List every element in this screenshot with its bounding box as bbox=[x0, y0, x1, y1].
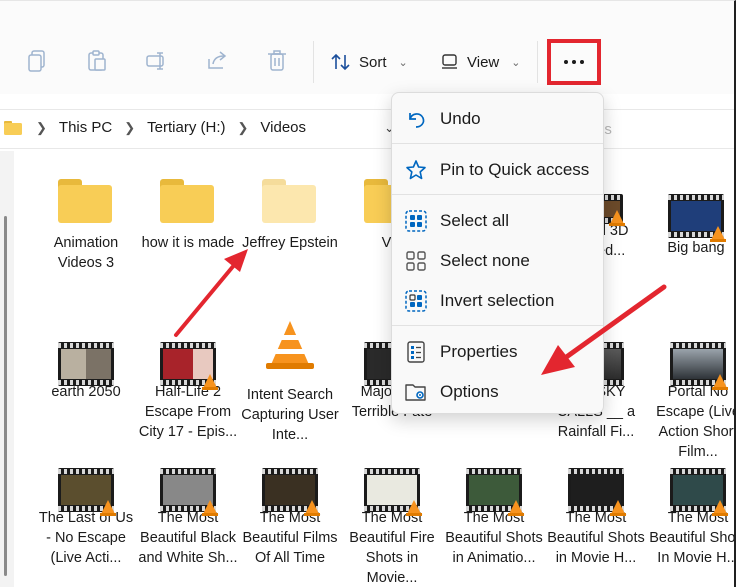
menu-item-options[interactable]: Options bbox=[392, 374, 603, 410]
toolbar-divider bbox=[313, 41, 314, 83]
breadcrumb-this-pc[interactable]: This PC bbox=[59, 119, 112, 136]
sort-label: Sort bbox=[359, 53, 387, 71]
video-thumbnail-icon bbox=[262, 468, 320, 516]
scrollbar[interactable] bbox=[4, 216, 7, 576]
folder-icon bbox=[160, 179, 216, 225]
view-icon bbox=[442, 54, 457, 69]
menu-divider bbox=[392, 194, 603, 195]
select-none-icon bbox=[392, 250, 440, 272]
see-more-button[interactable] bbox=[547, 39, 601, 85]
see-more-menu: Undo Pin to Quick access Select all Sele… bbox=[391, 92, 604, 414]
folder-icon bbox=[262, 179, 318, 225]
sort-icon bbox=[331, 53, 350, 71]
file-item[interactable]: Half-Life 2 Escape From City 17 - Epis..… bbox=[137, 342, 239, 442]
rename-icon[interactable] bbox=[142, 46, 172, 76]
address-bar[interactable]: ❯ This PC ❯ Tertiary (H:) ❯ Videos ⌄ os bbox=[0, 109, 734, 149]
video-thumbnail-icon bbox=[668, 194, 726, 242]
file-name: Jeffrey Epstein bbox=[242, 235, 338, 251]
file-name: The Most Beautiful Films Of All Time bbox=[242, 510, 338, 566]
file-item[interactable]: The Most Beautiful Shots in Movie H... bbox=[545, 468, 647, 568]
vlc-icon bbox=[262, 321, 318, 377]
video-thumbnail-icon bbox=[58, 468, 116, 516]
file-item[interactable]: The Most Beautiful Shots In Movie H... bbox=[647, 468, 736, 568]
more-dots-icon bbox=[564, 60, 584, 64]
menu-item-label: Undo bbox=[440, 109, 481, 128]
chevron-down-icon: ⌄ bbox=[398, 56, 408, 69]
toolbar-divider bbox=[537, 41, 538, 83]
video-thumbnail-icon bbox=[58, 342, 114, 388]
annotation-arrow-left bbox=[174, 262, 237, 337]
command-bar: Sort ⌄ View ⌄ bbox=[0, 1, 734, 94]
video-thumbnail-icon bbox=[160, 468, 218, 516]
file-item[interactable]: Big bang bbox=[645, 194, 734, 258]
menu-divider bbox=[392, 325, 603, 326]
file-item[interactable]: Intent Search Capturing User Inte... bbox=[239, 321, 341, 445]
file-name: The Most Beautiful Fire Shots in Movie..… bbox=[349, 510, 435, 586]
undo-icon bbox=[392, 109, 440, 129]
breadcrumb: ❯ This PC ❯ Tertiary (H:) ❯ Videos bbox=[4, 119, 306, 136]
video-thumbnail-icon bbox=[466, 468, 524, 516]
menu-item-label: Select none bbox=[440, 251, 530, 270]
menu-item-invert-selection[interactable]: Invert selection bbox=[392, 283, 603, 319]
file-name: The Most Beautiful Shots in Movie H... bbox=[547, 510, 645, 566]
file-item[interactable]: The Last of Us - No Escape (Live Acti... bbox=[35, 468, 137, 568]
folder-icon bbox=[4, 120, 22, 135]
options-icon bbox=[392, 382, 440, 402]
share-icon[interactable] bbox=[202, 46, 232, 76]
invert-selection-icon bbox=[392, 290, 440, 312]
file-item[interactable]: The Most Beautiful Black and White Sh... bbox=[137, 468, 239, 568]
file-name: The Last of Us - No Escape (Live Acti... bbox=[38, 510, 134, 566]
video-thumbnail-icon bbox=[670, 468, 728, 516]
menu-item-undo[interactable]: Undo bbox=[392, 101, 603, 137]
menu-item-label: Select all bbox=[440, 211, 509, 230]
chevron-right-icon: ❯ bbox=[237, 119, 249, 135]
file-item[interactable]: The Most Beautiful Shots in Animatio... bbox=[443, 468, 545, 568]
file-explorer-window: Sort ⌄ View ⌄ ❯ This PC ❯ Tertiary (H:) … bbox=[0, 0, 736, 587]
menu-item-select-none[interactable]: Select none bbox=[392, 243, 603, 279]
menu-divider bbox=[392, 143, 603, 144]
file-name: The Most Beautiful Shots In Movie H... bbox=[649, 510, 736, 566]
file-name: The Most Beautiful Black and White Sh... bbox=[138, 510, 238, 566]
breadcrumb-videos[interactable]: Videos bbox=[260, 119, 306, 136]
file-name: Intent Search Capturing User Inte... bbox=[241, 387, 339, 443]
delete-icon[interactable] bbox=[262, 46, 292, 76]
menu-item-label: Invert selection bbox=[440, 291, 555, 310]
file-item[interactable]: Jeffrey Epstein bbox=[239, 179, 341, 253]
menu-item-properties[interactable]: Properties bbox=[392, 334, 603, 370]
paste-icon[interactable] bbox=[82, 46, 112, 76]
sort-button[interactable]: Sort ⌄ bbox=[331, 46, 408, 78]
chevron-right-icon: ❯ bbox=[124, 119, 136, 135]
file-name: how it is made bbox=[141, 235, 235, 251]
copy-icon[interactable] bbox=[22, 46, 52, 76]
video-thumbnail-icon bbox=[568, 468, 626, 516]
file-item[interactable]: The Most Beautiful Films Of All Time bbox=[239, 468, 341, 568]
file-item[interactable]: Animation Videos 3 bbox=[35, 179, 137, 273]
file-item[interactable]: earth 2050 bbox=[35, 342, 137, 402]
file-item[interactable]: Portal No Escape (Live Action Short Film… bbox=[647, 342, 736, 462]
file-item[interactable]: how it is made bbox=[137, 179, 239, 253]
video-thumbnail-icon bbox=[364, 468, 422, 516]
file-item[interactable]: The Most Beautiful Fire Shots in Movie..… bbox=[341, 468, 443, 587]
menu-item-label: Properties bbox=[440, 342, 518, 361]
chevron-down-icon: ⌄ bbox=[511, 56, 521, 69]
video-thumbnail-icon bbox=[670, 342, 728, 390]
breadcrumb-tertiary-drive[interactable]: Tertiary (H:) bbox=[147, 119, 225, 136]
menu-item-label: Pin to Quick access bbox=[440, 160, 590, 179]
file-name: Animation Videos 3 bbox=[53, 235, 119, 271]
menu-item-select-all[interactable]: Select all bbox=[392, 203, 603, 239]
select-all-icon bbox=[392, 210, 440, 232]
chevron-right-icon: ❯ bbox=[36, 119, 47, 135]
video-thumbnail-icon bbox=[160, 342, 218, 390]
menu-item-pin-quick-access[interactable]: Pin to Quick access bbox=[392, 152, 603, 188]
file-name: Portal No Escape (Live Action Short Film… bbox=[656, 384, 736, 460]
star-icon bbox=[392, 159, 440, 181]
file-name: The Most Beautiful Shots in Animatio... bbox=[445, 510, 543, 566]
view-button[interactable]: View ⌄ bbox=[441, 46, 520, 78]
view-label: View bbox=[467, 53, 500, 71]
folder-icon bbox=[58, 179, 114, 225]
file-name: Half-Life 2 Escape From City 17 - Epis..… bbox=[138, 384, 238, 440]
navigation-pane bbox=[0, 151, 14, 587]
properties-icon bbox=[392, 341, 440, 363]
menu-item-label: Options bbox=[440, 382, 499, 401]
